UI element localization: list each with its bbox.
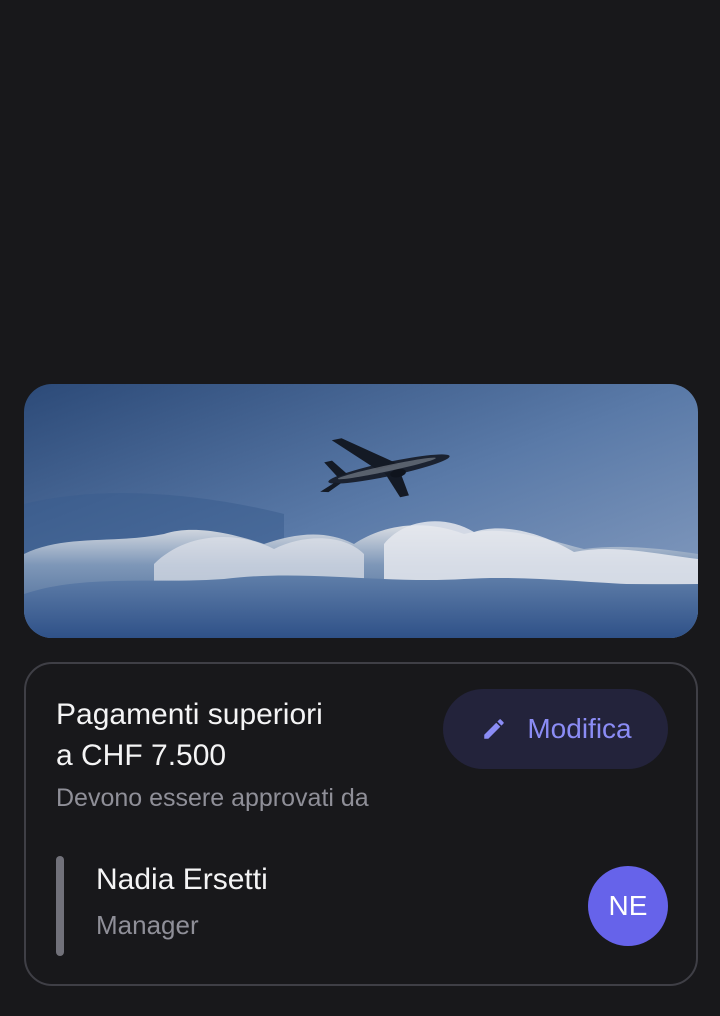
airplane-clouds-illustration [24,384,698,638]
pencil-icon [479,714,509,744]
rule-title: Pagamenti superiori a CHF 7.500 [56,694,416,776]
approver-name: Nadia Ersetti [96,863,268,896]
avatar: NE [588,866,668,946]
approval-rule-card: Pagamenti superiori a CHF 7.500 Devono e… [24,662,698,986]
rule-title-line-1: Pagamenti superiori [56,698,323,731]
approver-row[interactable]: Nadia Ersetti Manager NE [56,856,668,956]
approver-accent-bar [56,856,64,956]
approver-role: Manager [96,910,199,940]
hero-image [24,384,698,638]
edit-button-label: Modifica [527,713,632,744]
edit-button[interactable]: Modifica [443,689,668,769]
rule-title-line-2: a CHF 7.500 [56,739,227,772]
rule-subtitle: Devono essere approvati da [56,784,369,812]
